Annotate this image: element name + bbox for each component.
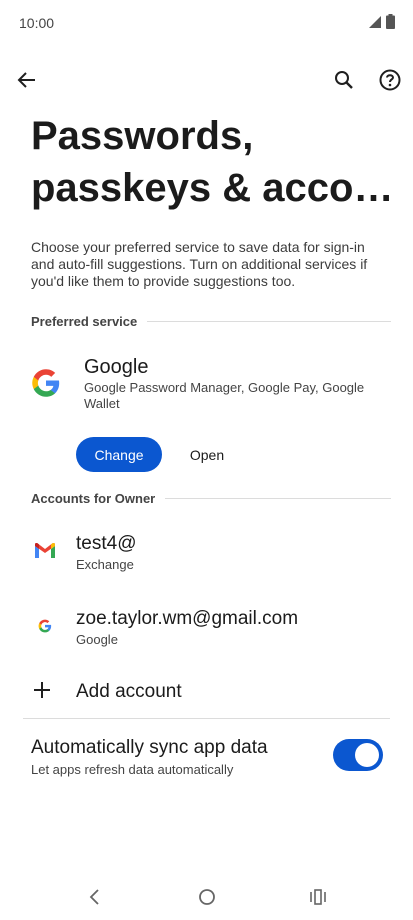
account-row-exchange[interactable]: test4@ Exchange <box>0 522 413 584</box>
page-title-line-2: passkeys & acco… <box>31 166 394 210</box>
section-divider <box>147 321 391 322</box>
recents-icon <box>310 889 326 905</box>
search-button[interactable] <box>326 62 362 98</box>
chevron-left-icon <box>89 889 99 905</box>
battery-icon <box>386 14 395 29</box>
plus-icon <box>34 682 50 698</box>
auto-sync-row[interactable]: Automatically sync app data Let apps ref… <box>0 730 413 786</box>
top-app-bar <box>0 60 413 100</box>
add-account-label: Add account <box>76 681 182 702</box>
service-description: Google Password Manager, Google Pay, Goo… <box>84 380 365 411</box>
divider <box>23 718 390 719</box>
accounts-header-label: Accounts for Owner <box>31 491 156 506</box>
page-title: Passwords, passkeys & acco… <box>31 110 401 214</box>
google-logo-icon <box>32 369 60 397</box>
nav-home-button[interactable] <box>192 882 222 912</box>
system-nav-bar <box>0 872 413 920</box>
arrow-back-icon <box>17 72 35 88</box>
help-icon <box>379 69 401 91</box>
auto-sync-toggle[interactable] <box>333 739 383 771</box>
status-time: 10:00 <box>19 15 55 31</box>
page-title-line-1: Passwords, <box>31 114 254 158</box>
nav-back-button[interactable] <box>79 882 109 912</box>
preferred-service-header: Preferred service <box>31 314 391 329</box>
account-name: zoe.taylor.wm@gmail.com <box>76 608 299 629</box>
change-button[interactable]: Change <box>76 437 162 472</box>
home-circle-icon <box>199 889 215 905</box>
nav-recents-button[interactable] <box>303 882 333 912</box>
search-icon <box>335 71 353 89</box>
account-name: test4@ <box>76 533 137 554</box>
auto-sync-subtitle: Let apps refresh data automatically <box>31 762 234 777</box>
intro-text: Choose your preferred service to save da… <box>31 239 368 289</box>
account-type: Exchange <box>76 557 134 572</box>
help-button[interactable] <box>372 62 408 98</box>
signal-icon <box>369 15 381 28</box>
toggle-knob <box>355 743 379 767</box>
google-icon <box>34 615 56 637</box>
account-type: Google <box>76 632 118 647</box>
open-button[interactable]: Open <box>178 437 236 472</box>
add-account-row[interactable]: Add account <box>0 670 413 712</box>
back-button[interactable] <box>9 62 45 98</box>
status-bar: 10:00 <box>0 0 413 46</box>
section-divider <box>165 498 391 499</box>
account-row-google[interactable]: zoe.taylor.wm@gmail.com Google <box>0 597 413 659</box>
preferred-service-header-label: Preferred service <box>31 314 138 329</box>
gmail-icon <box>34 540 56 562</box>
service-name: Google <box>84 356 149 378</box>
preferred-service-row[interactable]: Google Google Password Manager, Google P… <box>0 350 413 422</box>
status-icons <box>368 14 395 29</box>
accounts-header: Accounts for Owner <box>31 491 391 506</box>
auto-sync-title: Automatically sync app data <box>31 737 268 758</box>
